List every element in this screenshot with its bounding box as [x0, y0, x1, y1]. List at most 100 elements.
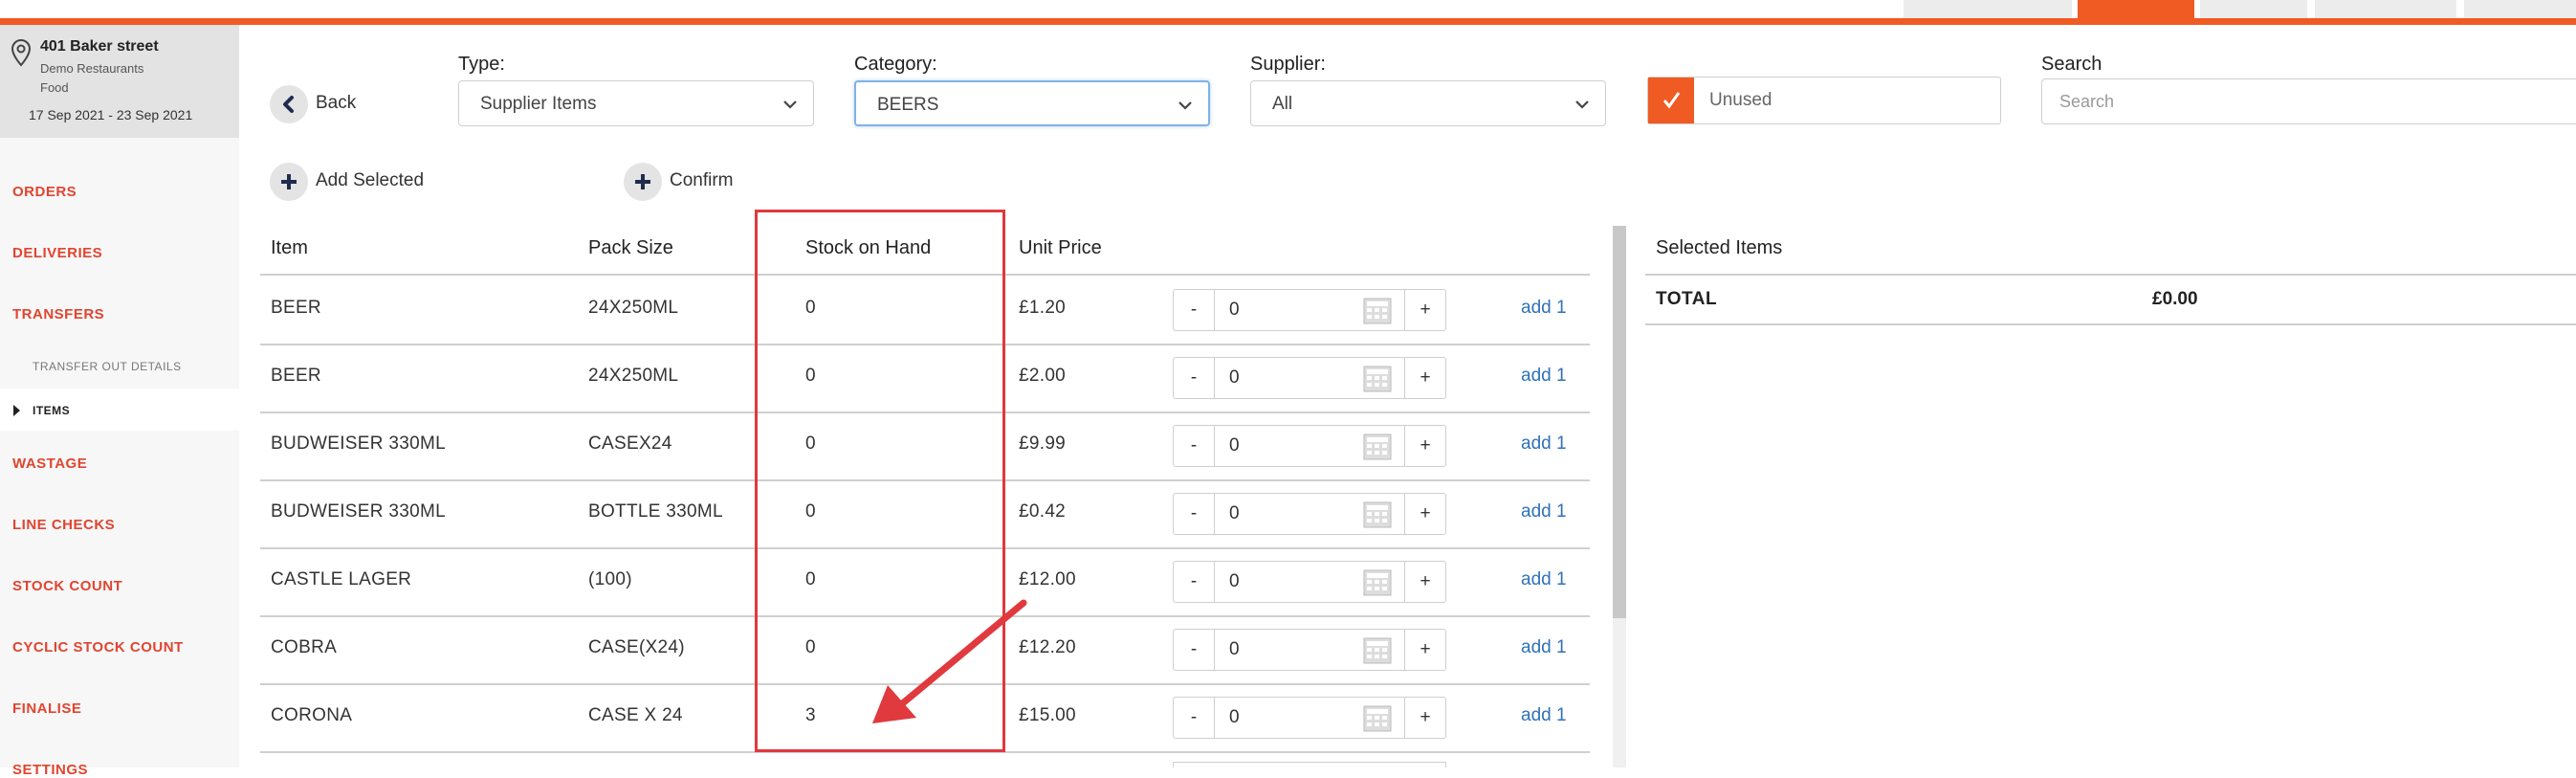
item-name: BEER: [271, 366, 321, 386]
top-tab-active[interactable]: [2078, 0, 2194, 18]
header-pack-size[interactable]: Pack Size: [588, 237, 673, 259]
caret-right-icon: [13, 405, 20, 416]
confirm-label[interactable]: Confirm: [670, 170, 734, 191]
nav-cyclic-stock-count[interactable]: CYCLIC STOCK COUNT: [12, 639, 184, 656]
category-select[interactable]: BEERS: [854, 80, 1210, 126]
type-select[interactable]: Supplier Items: [458, 80, 814, 126]
nav-settings[interactable]: SETTINGS: [12, 762, 88, 778]
add-one-link[interactable]: add 1: [1521, 637, 1567, 658]
location-company: Demo Restaurants: [40, 61, 144, 76]
nav-items[interactable]: ITEMS: [33, 404, 70, 417]
calculator-icon[interactable]: [1363, 637, 1392, 664]
back-label[interactable]: Back: [316, 93, 356, 114]
supplier-select[interactable]: All: [1250, 80, 1606, 126]
quantity-stepper: - 0 +: [1173, 493, 1446, 535]
increment-button[interactable]: +: [1404, 426, 1445, 466]
decrement-button[interactable]: -: [1174, 358, 1215, 398]
quantity-input[interactable]: 0: [1229, 707, 1240, 728]
calculator-icon[interactable]: [1363, 298, 1392, 324]
item-name: BEER: [271, 298, 321, 318]
calculator-icon[interactable]: [1363, 433, 1392, 460]
nav-stock-count[interactable]: STOCK COUNT: [12, 578, 122, 594]
nav-line-checks[interactable]: LINE CHECKS: [12, 517, 115, 533]
unused-checkbox[interactable]: [1648, 78, 1694, 123]
supplier-label: Supplier:: [1250, 54, 1326, 75]
header-item[interactable]: Item: [271, 237, 308, 259]
top-tab[interactable]: [2464, 0, 2576, 18]
quantity-stepper: - 0 +: [1173, 697, 1446, 739]
add-one-link[interactable]: add 1: [1521, 705, 1567, 726]
nav-orders[interactable]: ORDERS: [12, 184, 77, 200]
item-name: BUDWEISER 330ML: [271, 501, 446, 522]
quantity-input[interactable]: 0: [1229, 367, 1240, 389]
location-panel[interactable]: 401 Baker street Demo Restaurants Food 1…: [0, 25, 239, 138]
quantity-stepper: - 0 +: [1173, 629, 1446, 671]
increment-button[interactable]: +: [1404, 358, 1445, 398]
chevron-left-icon: [283, 96, 294, 113]
decrement-button[interactable]: -: [1174, 562, 1215, 602]
plus-icon: [635, 174, 650, 189]
add-one-link[interactable]: add 1: [1521, 569, 1567, 590]
quantity-input[interactable]: 0: [1229, 503, 1240, 524]
increment-button[interactable]: +: [1404, 494, 1445, 534]
scrollbar-thumb[interactable]: [1613, 226, 1626, 618]
chevron-down-icon: [783, 100, 797, 109]
pack-size: 24X250ML: [588, 366, 679, 386]
quantity-input[interactable]: 0: [1229, 639, 1240, 660]
add-selected-label[interactable]: Add Selected: [316, 170, 424, 191]
increment-button[interactable]: +: [1404, 698, 1445, 738]
nav-wastage[interactable]: WASTAGE: [12, 456, 87, 472]
unit-price: £0.42: [1019, 501, 1067, 522]
confirm-button[interactable]: [624, 163, 662, 201]
location-name: 401 Baker street: [40, 38, 159, 55]
quantity-input[interactable]: 0: [1229, 571, 1240, 592]
add-one-link[interactable]: add 1: [1521, 501, 1567, 522]
quantity-input[interactable]: 0: [1229, 435, 1240, 456]
unused-filter[interactable]: Unused: [1647, 77, 2001, 124]
nav-deliveries[interactable]: DELIVERIES: [12, 245, 102, 261]
nav-transfer-out-details[interactable]: TRANSFER OUT DETAILS: [33, 360, 182, 373]
total-value: £0.00: [2152, 289, 2198, 309]
header-unit-price[interactable]: Unit Price: [1019, 237, 1102, 259]
item-name: BUDWEISER 330ML: [271, 433, 446, 454]
sidebar: 401 Baker street Demo Restaurants Food 1…: [0, 25, 239, 778]
nav-transfers[interactable]: TRANSFERS: [12, 306, 104, 322]
chevron-down-icon: [1178, 101, 1192, 110]
checkmark-icon: [1662, 92, 1681, 109]
calculator-icon[interactable]: [1363, 501, 1392, 528]
selected-items-divider: [1645, 274, 2576, 276]
decrement-button[interactable]: -: [1174, 290, 1215, 330]
decrement-button[interactable]: -: [1174, 426, 1215, 466]
top-tab[interactable]: [2315, 0, 2456, 18]
nav-finalise[interactable]: FINALISE: [12, 700, 81, 717]
calculator-icon[interactable]: [1363, 366, 1392, 392]
calculator-icon[interactable]: [1363, 569, 1392, 596]
item-name: COBRA: [271, 637, 338, 657]
top-tab[interactable]: [2200, 0, 2307, 18]
type-label: Type:: [458, 54, 505, 75]
type-select-value: Supplier Items: [480, 94, 597, 114]
item-name: CORONA: [271, 705, 353, 725]
add-one-link[interactable]: add 1: [1521, 366, 1567, 387]
top-bar: [0, 0, 2576, 25]
search-input[interactable]: [2041, 78, 2576, 124]
selected-items-title: Selected Items: [1656, 237, 1783, 258]
increment-button[interactable]: +: [1404, 290, 1445, 330]
pack-size: CASE X 24: [588, 705, 683, 725]
back-button[interactable]: [270, 85, 308, 123]
date-range: 17 Sep 2021 - 23 Sep 2021: [29, 107, 193, 122]
decrement-button[interactable]: -: [1174, 698, 1215, 738]
decrement-button[interactable]: -: [1174, 630, 1215, 670]
category-select-value: BEERS: [877, 95, 939, 115]
add-selected-button[interactable]: [270, 163, 308, 201]
add-one-link[interactable]: add 1: [1521, 433, 1567, 455]
increment-button[interactable]: +: [1404, 630, 1445, 670]
increment-button[interactable]: +: [1404, 562, 1445, 602]
add-one-link[interactable]: add 1: [1521, 298, 1567, 319]
quantity-input[interactable]: 0: [1229, 300, 1240, 321]
calculator-icon[interactable]: [1363, 705, 1392, 732]
top-tab[interactable]: [1904, 0, 2072, 18]
decrement-button[interactable]: -: [1174, 494, 1215, 534]
chevron-down-icon: [1575, 100, 1589, 109]
location-department: Food: [40, 80, 69, 95]
